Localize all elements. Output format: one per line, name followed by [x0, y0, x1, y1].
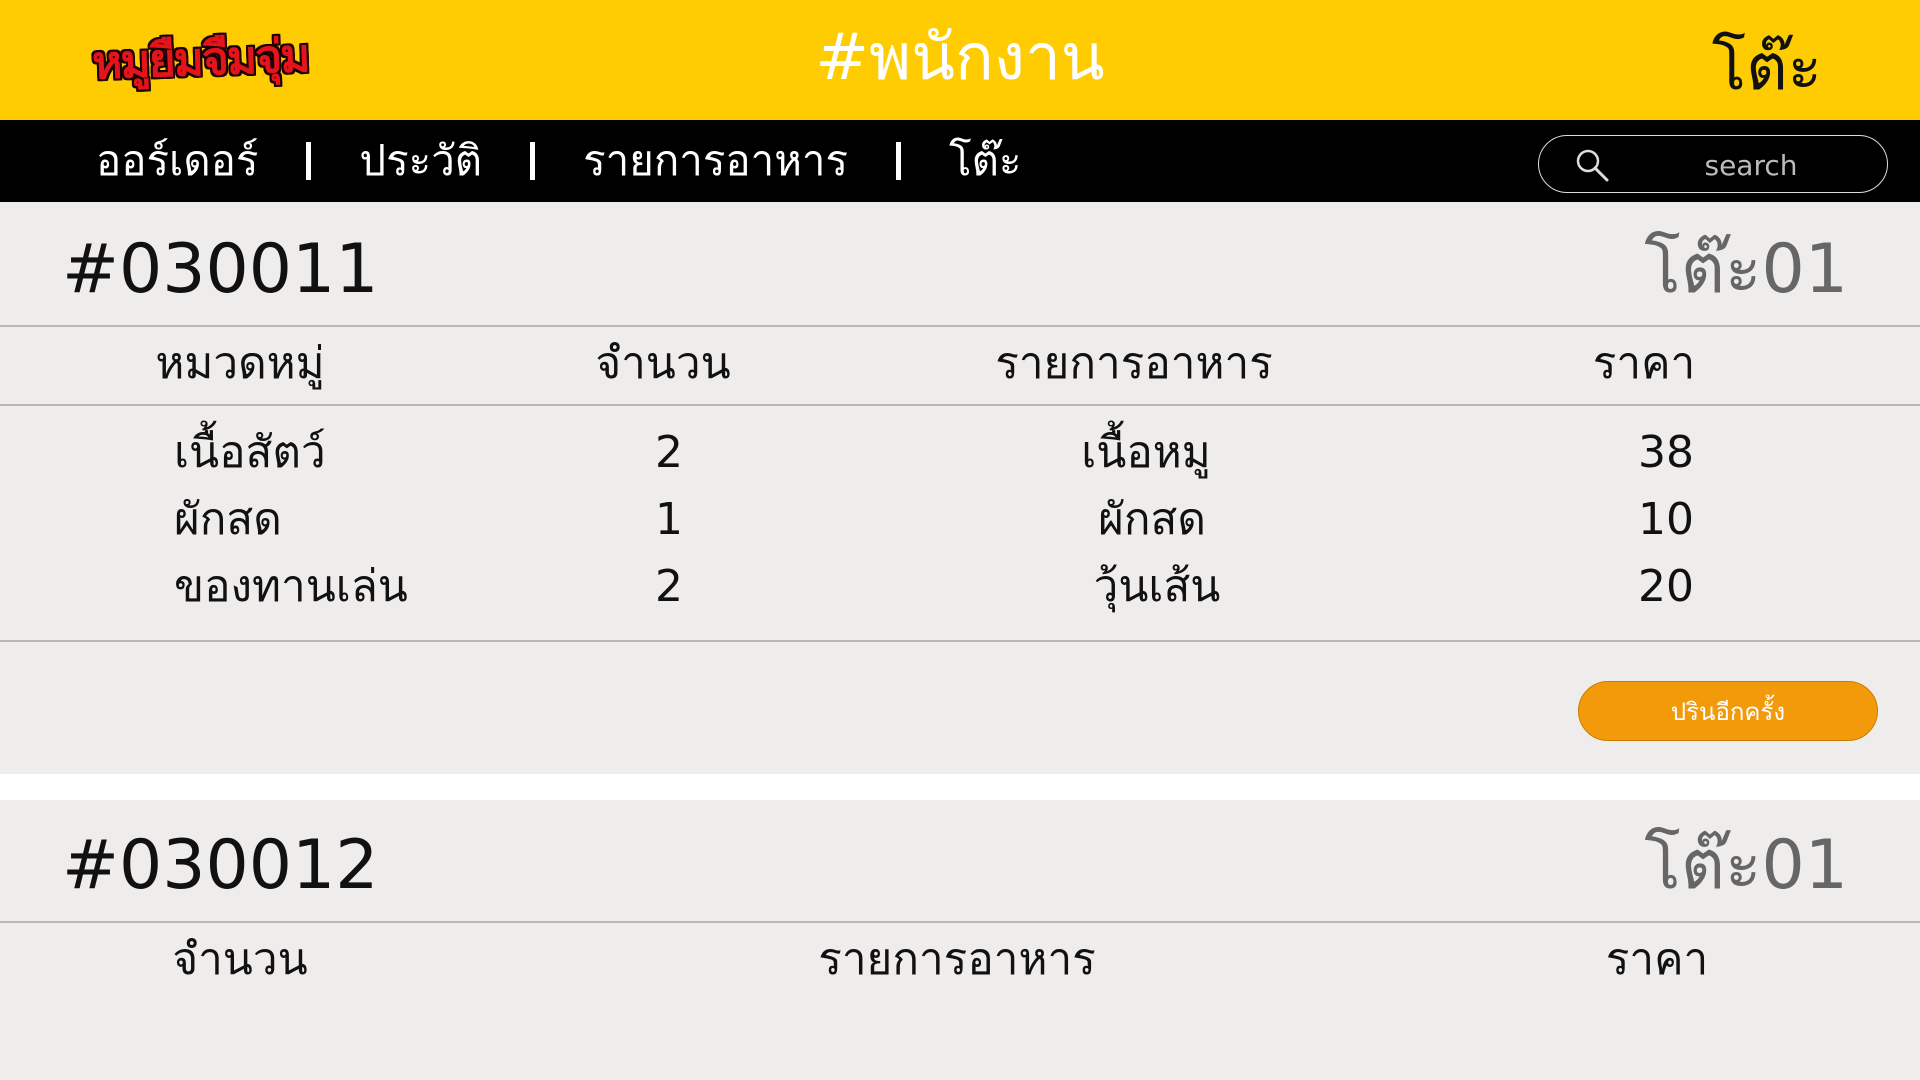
column-header-price: ราคา — [1605, 934, 1709, 985]
header-table-label[interactable]: โต๊ะ — [1712, 18, 1822, 118]
order-id: #030012 — [62, 826, 379, 905]
column-header-item: รายการอาหาร — [995, 338, 1273, 389]
column-header-price: ราคา — [1592, 338, 1696, 389]
row-category: เนื้อสัตว์ — [174, 427, 326, 478]
divider — [0, 921, 1920, 923]
row-item: วุ้นเส้น — [1093, 561, 1221, 612]
row-price: 10 — [1638, 494, 1694, 545]
nav-item-menu[interactable]: รายการอาหาร — [583, 128, 848, 194]
order-id: #030011 — [62, 230, 379, 309]
row-category: ผักสด — [174, 494, 282, 545]
row-price: 20 — [1638, 561, 1694, 612]
row-quantity: 2 — [655, 561, 683, 612]
nav-item-history[interactable]: ประวัติ — [359, 128, 482, 194]
row-quantity: 2 — [655, 427, 683, 478]
column-header-quantity: จำนวน — [595, 338, 731, 389]
nav-divider — [530, 142, 536, 180]
row-price: 38 — [1638, 427, 1694, 478]
reprint-button[interactable]: ปรินอีกครั้ง — [1578, 681, 1878, 741]
row-item: เนื้อหมู — [1081, 427, 1211, 478]
row-category: ของทานเล่น — [174, 561, 408, 612]
search-box[interactable] — [1538, 135, 1888, 193]
search-icon[interactable] — [1573, 146, 1611, 184]
row-quantity: 1 — [655, 494, 683, 545]
nav-item-tables[interactable]: โต๊ะ — [949, 128, 1021, 194]
top-header: หมูยืมจืมจุ่ม #พนักงาน โต๊ะ — [0, 0, 1920, 120]
column-header-quantity: จำนวน — [172, 934, 308, 985]
nav-divider — [896, 142, 902, 180]
search-input[interactable] — [1629, 142, 1873, 188]
nav-divider — [306, 142, 312, 180]
nav-item-orders[interactable]: ออร์เดอร์ — [96, 128, 258, 194]
nav-menu: ออร์เดอร์ ประวัติ รายการอาหาร โต๊ะ — [96, 120, 1021, 202]
divider — [0, 404, 1920, 406]
row-item: ผักสด — [1098, 494, 1206, 545]
column-header-category: หมวดหมู่ — [155, 338, 325, 389]
column-header-item: รายการอาหาร — [818, 934, 1096, 985]
divider — [0, 640, 1920, 642]
order-table-label: โต๊ะ01 — [1644, 230, 1848, 309]
order-table-label: โต๊ะ01 — [1644, 826, 1848, 905]
divider — [0, 325, 1920, 327]
page-title: #พนักงาน — [815, 21, 1105, 95]
